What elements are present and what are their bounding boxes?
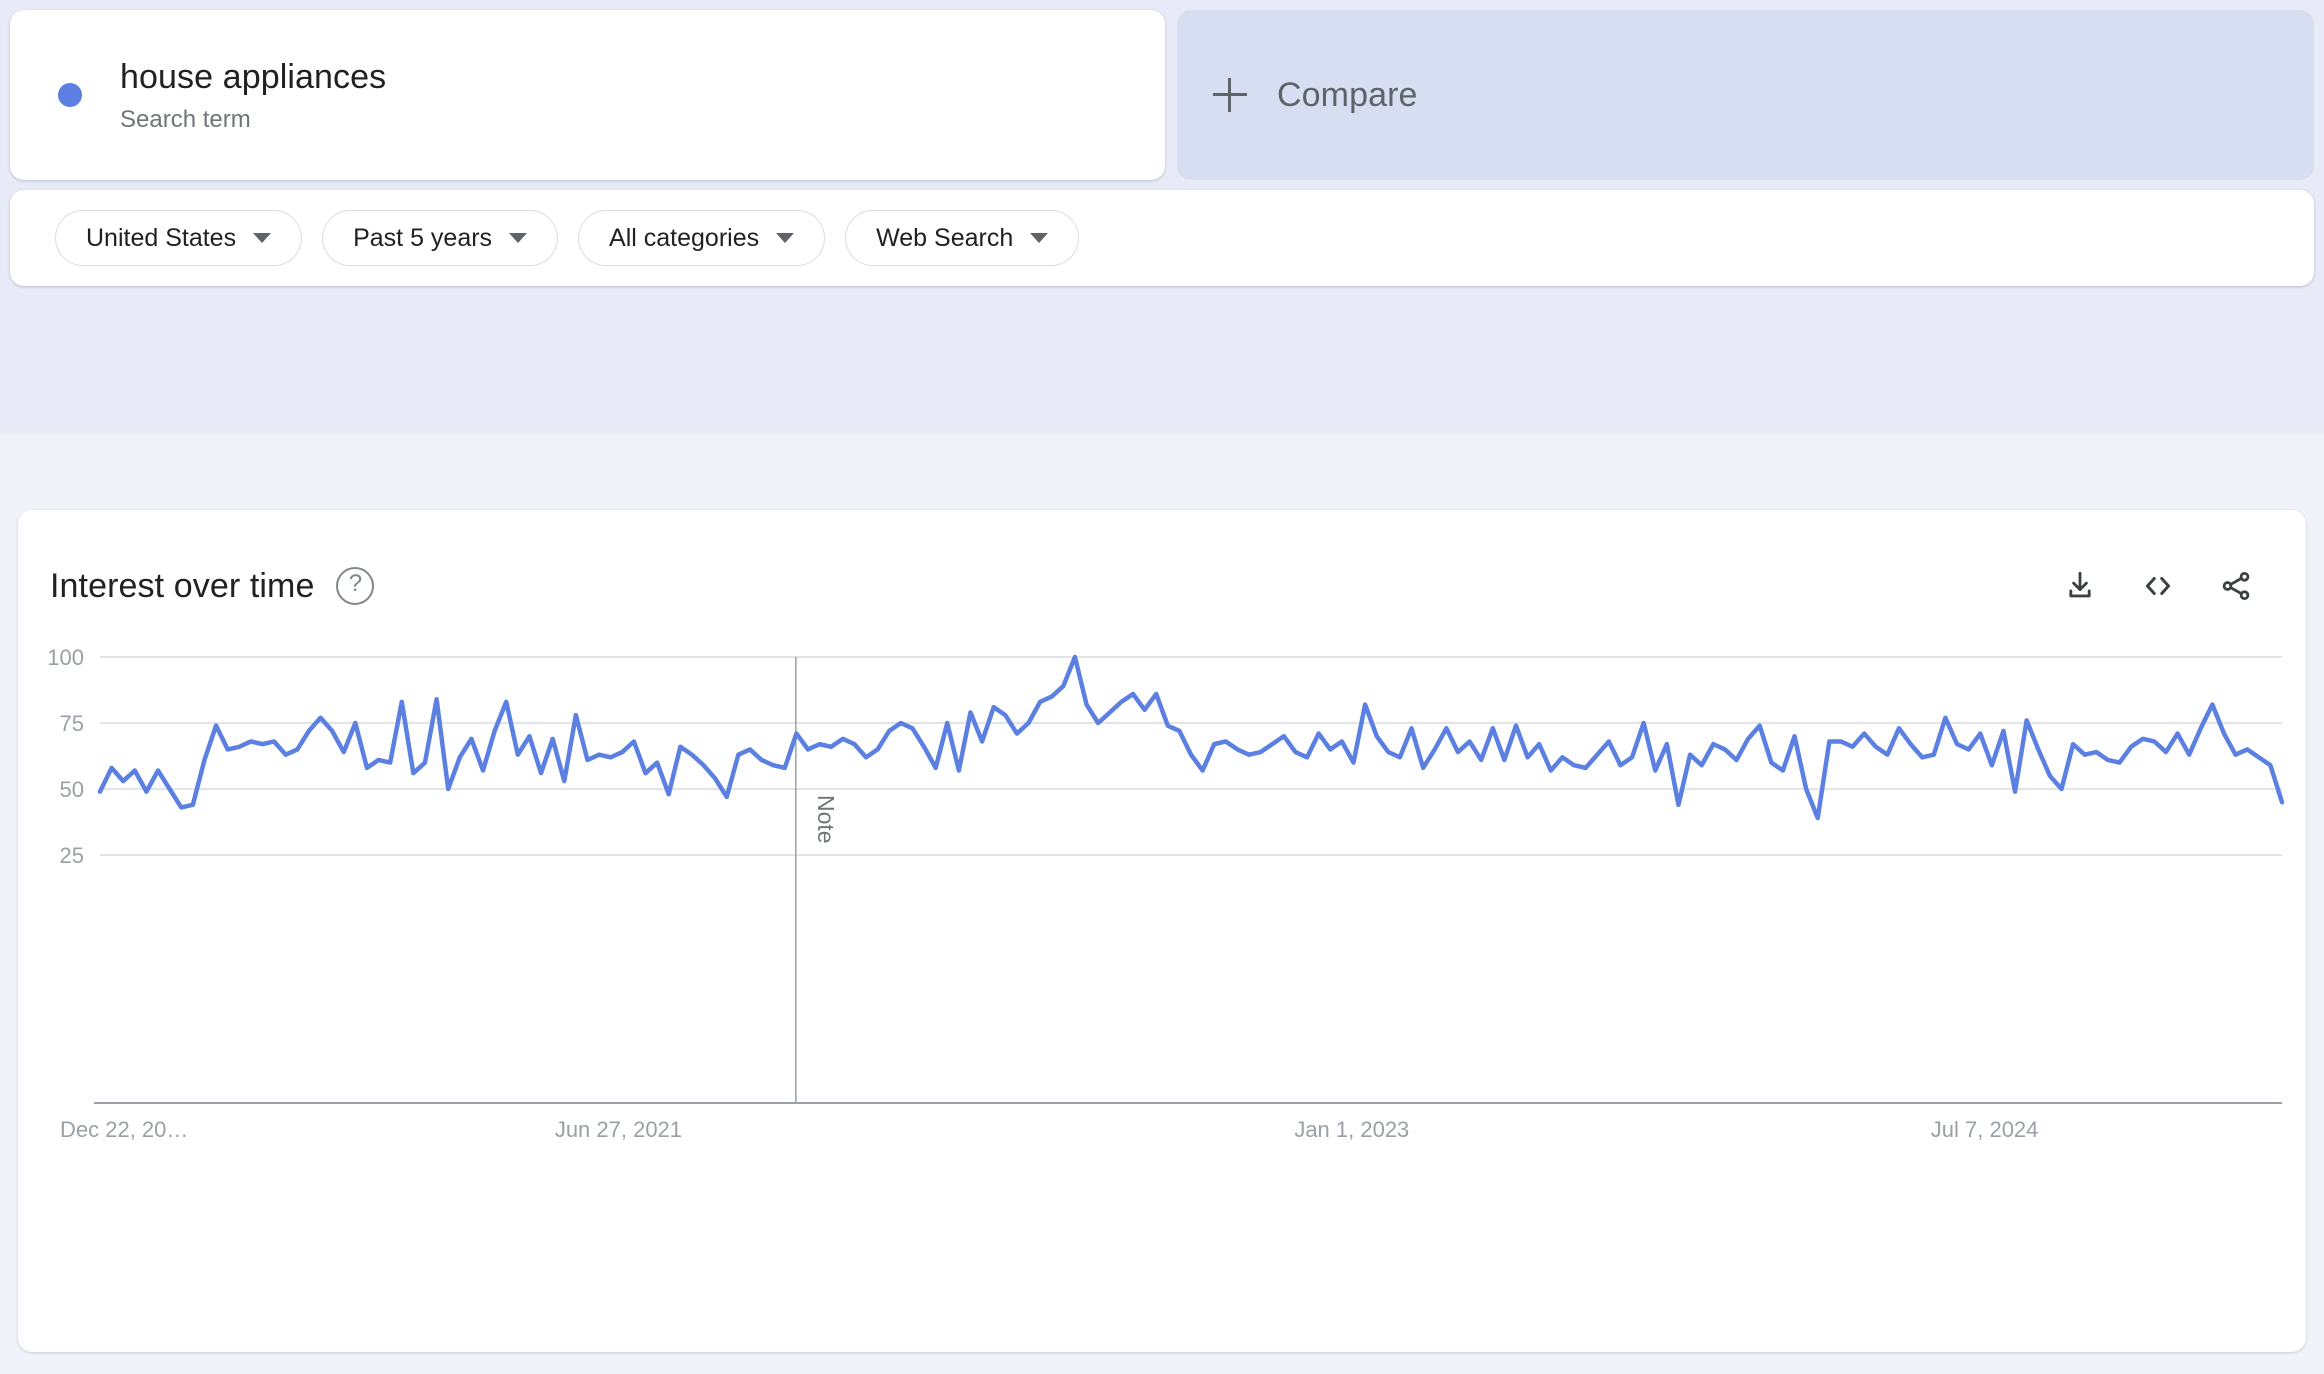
series-color-dot-icon (58, 83, 82, 107)
compare-button[interactable]: Compare (1177, 10, 2314, 180)
x-axis-tick-label: Jun 27, 2021 (555, 1117, 682, 1142)
x-axis-tick-label: Jul 7, 2024 (1931, 1117, 2039, 1142)
page-title: Interest over time (50, 566, 315, 605)
x-axis-tick-label: Jan 1, 2023 (1294, 1117, 1409, 1142)
filter-category-label: All categories (609, 223, 760, 252)
x-axis-tick-label: Dec 22, 20… (60, 1117, 188, 1142)
chevron-down-icon (776, 233, 795, 243)
note-marker-label[interactable]: Note (813, 795, 839, 844)
download-button[interactable] (2060, 566, 2100, 606)
plus-icon (1213, 78, 1247, 112)
panel-header: Interest over time ? (18, 556, 2306, 616)
share-button[interactable] (2216, 566, 2256, 606)
embed-code-button[interactable] (2138, 566, 2178, 606)
search-term-card[interactable]: house appliances Search term (10, 10, 1165, 180)
filter-time-range[interactable]: Past 5 years (322, 210, 559, 266)
filter-location-label: United States (86, 223, 237, 252)
panel-actions (2060, 566, 2256, 606)
embed-code-icon (2146, 577, 2170, 595)
search-term-type: Search term (120, 106, 251, 134)
filter-bar: United States Past 5 years All categorie… (10, 190, 2314, 286)
chevron-down-icon (1030, 233, 1049, 243)
y-axis-tick-label: 50 (60, 777, 84, 802)
chevron-down-icon (509, 233, 528, 243)
interest-over-time-panel: Interest over time ? 25 50 75 100 Note D… (18, 510, 2306, 1352)
search-terms-row: house appliances Search term Compare (10, 10, 2314, 180)
filter-search-type-label: Web Search (876, 223, 1014, 252)
search-term-label: house appliances (120, 57, 387, 96)
y-axis-tick-label: 25 (60, 843, 84, 868)
interest-over-time-chart[interactable]: 25 50 75 100 Note Dec 22, 20… Jun 27, 2021 Jan … (18, 640, 2306, 1340)
search-term-texts: house appliances Search term (120, 56, 386, 135)
chevron-down-icon (253, 233, 272, 243)
share-icon (2222, 571, 2250, 601)
help-icon[interactable]: ? (336, 567, 375, 605)
filter-time-range-label: Past 5 years (353, 223, 493, 252)
filter-category[interactable]: All categories (578, 210, 826, 266)
y-axis-tick-label: 100 (47, 645, 84, 670)
chart-svg: 25 50 75 100 Note Dec 22, 20… Jun 27, 2021 Jan … (47, 645, 2285, 1142)
y-axis-tick-label: 75 (60, 711, 84, 736)
compare-label: Compare (1277, 75, 1418, 114)
chart-series-line (97, 654, 2285, 821)
filter-location[interactable]: United States (55, 210, 303, 266)
download-icon (2069, 571, 2091, 598)
filter-search-type[interactable]: Web Search (845, 210, 1080, 266)
